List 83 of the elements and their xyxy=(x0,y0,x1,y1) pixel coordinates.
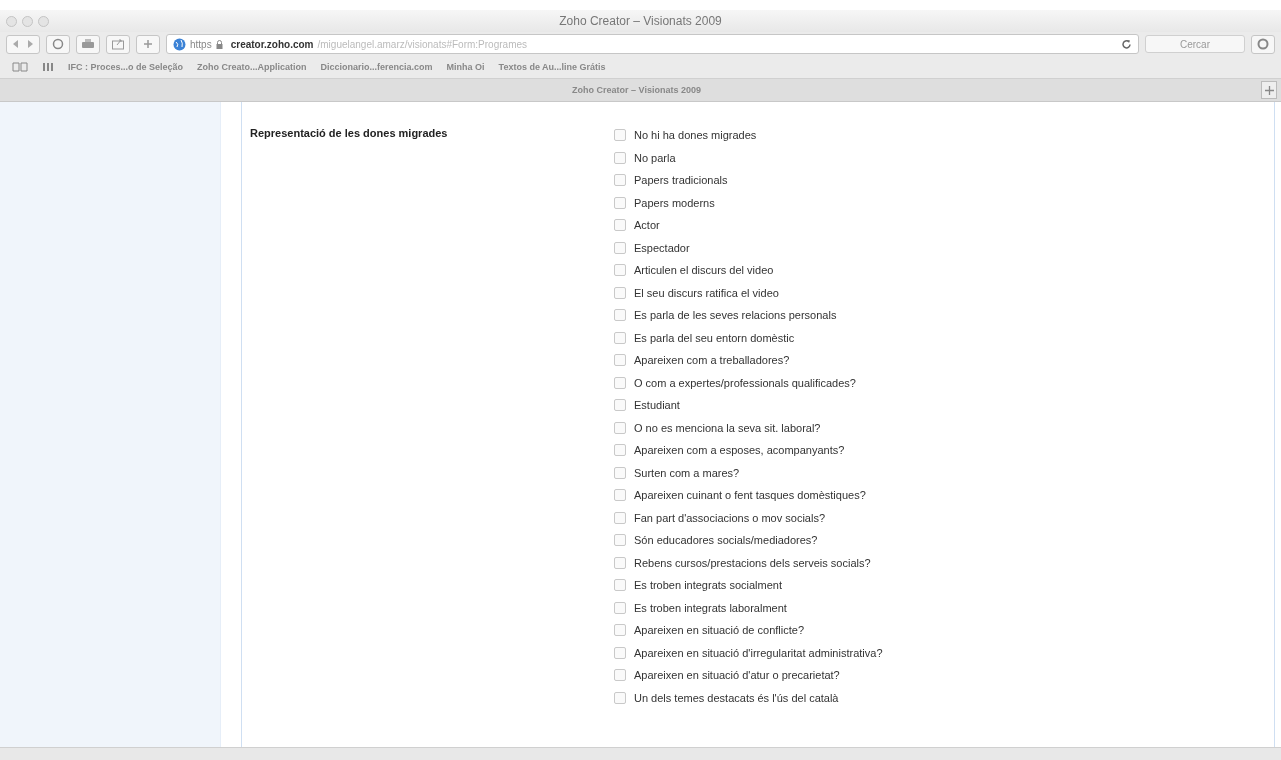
option-label: Actor xyxy=(634,219,660,232)
bookmark-link[interactable]: Zoho Creato...Application xyxy=(197,62,307,72)
new-tab-button[interactable] xyxy=(1261,81,1277,99)
minimize-button[interactable] xyxy=(22,15,33,27)
checkbox[interactable] xyxy=(614,691,626,704)
option-label: Apareixen en situació de conflicte? xyxy=(634,624,804,637)
checkbox[interactable] xyxy=(614,264,626,277)
option-label: O com a expertes/professionals qualificades? xyxy=(634,376,856,389)
bookmark-link[interactable]: Minha Oi xyxy=(446,62,485,72)
checkbox[interactable] xyxy=(614,669,626,682)
add-button[interactable] xyxy=(136,34,160,54)
option-label: Fan part d'associacions o mov socials? xyxy=(634,511,826,524)
checkbox[interactable] xyxy=(614,489,626,502)
option-label: Apareixen cuinant o fent tasques domèstiques? xyxy=(634,489,866,502)
option-label: Apareixen com a treballadores? xyxy=(634,354,790,367)
globe-icon xyxy=(173,37,186,51)
checkbox[interactable] xyxy=(614,421,626,434)
checkbox[interactable] xyxy=(614,399,626,412)
option-label: Papers moderns xyxy=(634,196,715,209)
checkbox[interactable] xyxy=(614,151,626,164)
bookmark-link[interactable]: Diccionario...ferencia.com xyxy=(320,62,433,72)
checkbox[interactable] xyxy=(614,624,626,637)
share-icon xyxy=(111,38,125,50)
option-label: No hi ha dones migrades xyxy=(634,129,757,142)
option-label: Apareixen en situació d'irregularitat administrativa? xyxy=(634,646,883,659)
option-label: Un dels temes destacats és l'ús del català xyxy=(634,691,839,704)
option-label: Es troben integrats laboralment xyxy=(634,601,787,614)
zoom-button[interactable] xyxy=(38,15,49,27)
checkbox[interactable] xyxy=(614,354,626,367)
option-label: Rebens cursos/prestacions dels serveis socials? xyxy=(634,556,871,569)
bookmark-link[interactable]: IFC : Proces...o de Seleção xyxy=(68,62,184,72)
checkbox[interactable] xyxy=(614,444,626,457)
option-label: Articulen el discurs del video xyxy=(634,264,774,277)
plus-icon xyxy=(143,39,153,49)
reload-icon[interactable] xyxy=(1121,38,1132,50)
option-label: Es parla de les seves relacions personals xyxy=(634,309,837,322)
checkbox[interactable] xyxy=(614,286,626,299)
checkbox[interactable] xyxy=(614,129,626,142)
lock-icon xyxy=(215,39,223,49)
checkbox[interactable] xyxy=(614,466,626,479)
option-label: Són educadores socials/mediadores? xyxy=(634,534,818,547)
checkbox[interactable] xyxy=(614,511,626,524)
option-label: El seu discurs ratifica el video xyxy=(634,286,779,299)
option-label: Es troben integrats socialment xyxy=(634,579,782,592)
checkbox[interactable] xyxy=(614,219,626,232)
checkbox[interactable] xyxy=(614,309,626,322)
option-label: Es parla del seu entorn domèstic xyxy=(634,331,795,344)
option-label: Estudiant xyxy=(634,399,680,412)
checkbox[interactable] xyxy=(614,331,626,344)
bookmark-link[interactable]: Textos de Au...line Grátis xyxy=(498,62,606,72)
option-label: O no es menciona la seva sit. laboral? xyxy=(634,421,821,434)
printer-icon xyxy=(81,38,95,50)
checkbox[interactable] xyxy=(614,579,626,592)
checkbox[interactable] xyxy=(614,601,626,614)
option-label: Papers tradicionals xyxy=(634,174,728,187)
option-label: Surten com a mares? xyxy=(634,466,740,479)
option-label: Apareixen en situació d'atur o precarietat? xyxy=(634,669,840,682)
checkbox[interactable] xyxy=(614,174,626,187)
window-title: Zoho Creator – Visionats 2009 xyxy=(559,14,722,28)
circle-icon xyxy=(1257,38,1269,50)
checkbox[interactable] xyxy=(614,241,626,254)
grid-icon[interactable] xyxy=(42,62,54,72)
checkbox[interactable] xyxy=(614,196,626,209)
print-button[interactable] xyxy=(76,34,100,54)
search-field[interactable]: Cercar xyxy=(1145,35,1245,53)
circle-icon xyxy=(52,38,64,50)
checkbox[interactable] xyxy=(614,556,626,569)
downloads-button[interactable] xyxy=(1251,34,1275,54)
option-label: Apareixen com a esposes, acompanyants? xyxy=(634,444,845,457)
address-field[interactable]: https creator.zoho.com /miguelangel.amarz/visionats#Form:Programes xyxy=(166,34,1139,54)
checkbox[interactable] xyxy=(614,534,626,547)
back-forward-button[interactable] xyxy=(6,34,40,54)
checkbox[interactable] xyxy=(614,376,626,389)
close-button[interactable] xyxy=(6,15,17,27)
share-button[interactable] xyxy=(106,34,130,54)
field-label: Representació de les dones migrades xyxy=(250,126,449,141)
back-forward-icon xyxy=(11,39,35,49)
home-button[interactable] xyxy=(46,34,70,54)
option-label: Espectador xyxy=(634,241,690,254)
option-label: No parla xyxy=(634,151,676,164)
checkbox[interactable] xyxy=(614,646,626,659)
book-icon[interactable] xyxy=(12,62,28,72)
plus-icon xyxy=(1264,85,1274,95)
